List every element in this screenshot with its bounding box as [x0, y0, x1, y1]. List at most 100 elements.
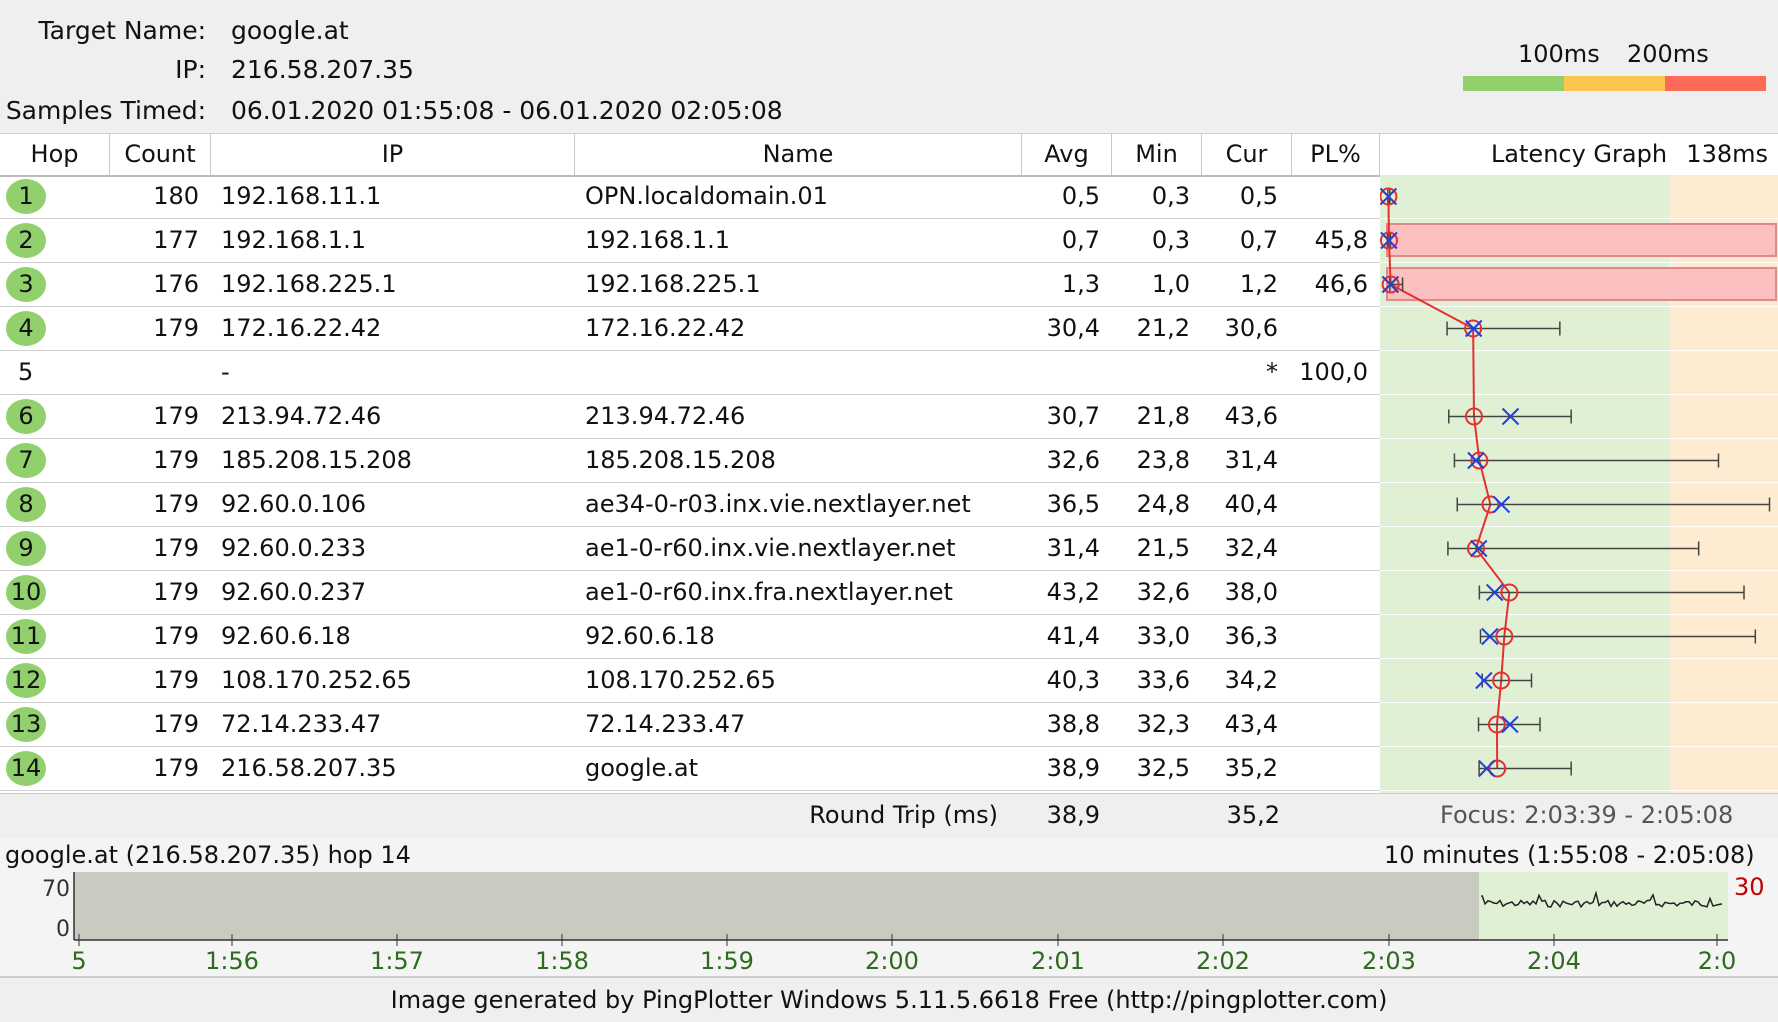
col-avg[interactable]: Avg [1022, 134, 1112, 175]
hop-min: 0,3 [1151, 226, 1190, 254]
hop-row[interactable]: 3 176 192.168.225.1 192.168.225.1 1,3 1,0 1,2 4… [0, 263, 1380, 307]
legend-bar-bad [1665, 76, 1766, 91]
col-count[interactable]: Count [110, 134, 211, 175]
hop-hostname[interactable]: ae1-0-r60.inx.fra.nextlayer.net [585, 571, 953, 614]
col-min[interactable]: Min [1112, 134, 1202, 175]
hop-min: 21,2 [1136, 314, 1190, 342]
hop-packet-loss: 45,8 [1314, 226, 1368, 254]
hop-min: 33,0 [1136, 622, 1190, 650]
col-ip[interactable]: IP [211, 134, 575, 175]
legend-bar-good [1463, 76, 1564, 91]
hop-avg: 40,3 [1046, 666, 1100, 694]
hop-min: 23,8 [1136, 446, 1190, 474]
hop-hostname[interactable]: google.at [585, 747, 698, 790]
hop-number-badge: 8 [6, 487, 46, 522]
hop-ip[interactable]: 92.60.6.18 [221, 615, 351, 658]
hop-ip[interactable]: 216.58.207.35 [221, 747, 397, 790]
hop-ip[interactable]: 72.14.233.47 [221, 703, 381, 746]
hop-hostname[interactable]: ae1-0-r60.inx.vie.nextlayer.net [585, 527, 956, 570]
hop-cur: 30,6 [1224, 314, 1278, 342]
hop-number-badge: 12 [6, 663, 46, 698]
hop-number-badge: 6 [6, 399, 46, 434]
hop-cur: 34,2 [1224, 666, 1278, 694]
timeline-graph[interactable]: 70 0 30 5 1:56 1:57 1:58 1:59 2:00 2:01 2:02 2:03 2:… [0, 872, 1778, 976]
hop-hostname[interactable]: 108.170.252.65 [585, 659, 776, 702]
hop-row[interactable]: 2 177 192.168.1.1 192.168.1.1 0,7 0,3 0,7 45,8 [0, 219, 1380, 263]
hop-hostname[interactable]: 92.60.6.18 [585, 615, 715, 658]
hop-count: 179 [153, 710, 199, 738]
hop-hostname[interactable]: 192.168.1.1 [585, 219, 730, 262]
timeline-tick-label: 2:01 [1031, 947, 1085, 975]
hop-count: 179 [153, 622, 199, 650]
hop-packet-loss [1292, 527, 1368, 570]
hop-min: 32,3 [1136, 710, 1190, 738]
hop-row[interactable]: 9 179 92.60.0.233 ae1-0-r60.inx.vie.nextlay… [0, 527, 1380, 571]
hop-ip[interactable]: 172.16.22.42 [221, 307, 381, 350]
col-latency-graph[interactable]: Latency Graph [1489, 134, 1669, 175]
hop-ip[interactable]: 192.168.11.1 [221, 175, 381, 218]
col-hop[interactable]: Hop [0, 134, 110, 175]
timeline-panel: google.at (216.58.207.35) hop 14 10 minu… [0, 838, 1778, 976]
samples-value: 06.01.2020 01:55:08 - 06.01.2020 02:05:0… [231, 96, 783, 125]
hop-row[interactable]: 5 - * 100,0 [0, 351, 1380, 395]
hop-count: 177 [153, 226, 199, 254]
hop-hostname[interactable]: 185.208.15.208 [585, 439, 776, 482]
hop-ip[interactable]: 108.170.252.65 [221, 659, 412, 702]
hop-min: 21,5 [1136, 534, 1190, 562]
hop-ip[interactable]: 92.60.0.106 [221, 483, 366, 526]
hop-number-badge: 3 [6, 267, 46, 302]
col-name[interactable]: Name [575, 134, 1022, 175]
timeline-tick-label: 1:56 [205, 947, 259, 975]
hop-min: 21,8 [1136, 402, 1190, 430]
hop-cur: 0,7 [1239, 226, 1278, 254]
hop-avg [1022, 351, 1100, 394]
hop-ip[interactable]: 192.168.1.1 [221, 219, 366, 262]
hop-hostname[interactable]: OPN.localdomain.01 [585, 175, 828, 218]
hop-avg: 30,4 [1046, 314, 1100, 342]
hop-min: 32,5 [1136, 754, 1190, 782]
hop-row[interactable]: 8 179 92.60.0.106 ae34-0-r03.inx.vie.nextla… [0, 483, 1380, 527]
hop-ip[interactable]: - [221, 351, 230, 394]
col-pl[interactable]: PL% [1292, 134, 1380, 175]
hop-row[interactable]: 1 180 192.168.11.1 OPN.localdomain.01 0,5 0,3… [0, 175, 1380, 219]
hop-row[interactable]: 13 179 72.14.233.47 72.14.233.47 38,8 32,3 43,… [0, 703, 1380, 747]
timeline-tick-label: 2:00 [865, 947, 919, 975]
latency-graph[interactable] [1380, 175, 1778, 793]
hop-packet-loss [1292, 571, 1368, 614]
hop-ip[interactable]: 92.60.0.233 [221, 527, 366, 570]
timeline-tick-label: 2:04 [1527, 947, 1581, 975]
hop-row[interactable]: 10 179 92.60.0.237 ae1-0-r60.inx.fra.nextla… [0, 571, 1380, 615]
hop-row[interactable]: 4 179 172.16.22.42 172.16.22.42 30,4 21,2 30,6 [0, 307, 1380, 351]
hop-hostname[interactable]: 213.94.72.46 [585, 395, 745, 438]
hop-ip[interactable]: 185.208.15.208 [221, 439, 412, 482]
timeline-focus-area [1479, 872, 1728, 940]
focus-range: Focus: 2:03:39 - 2:05:08 [1440, 801, 1734, 829]
col-cur[interactable]: Cur [1202, 134, 1292, 175]
hop-hostname[interactable]: 192.168.225.1 [585, 263, 761, 306]
hop-cur: 1,2 [1239, 270, 1278, 298]
hop-row[interactable]: 12 179 108.170.252.65 108.170.252.65 40,3 33,… [0, 659, 1380, 703]
hop-row[interactable]: 14 179 216.58.207.35 google.at 38,9 32,5 35,2 [0, 747, 1380, 791]
hop-avg: 1,3 [1061, 270, 1100, 298]
hop-ip[interactable]: 192.168.225.1 [221, 263, 397, 306]
hop-hostname[interactable]: ae34-0-r03.inx.vie.nextlayer.net [585, 483, 971, 526]
hop-number-badge: 13 [6, 707, 46, 742]
hop-avg: 36,5 [1046, 490, 1100, 518]
hop-packet-loss [1292, 483, 1368, 526]
hop-ip[interactable]: 92.60.0.237 [221, 571, 366, 614]
hop-row[interactable]: 6 179 213.94.72.46 213.94.72.46 30,7 21,8 43,6 [0, 395, 1380, 439]
hop-min: 33,6 [1136, 666, 1190, 694]
hop-hostname[interactable]: 172.16.22.42 [585, 307, 745, 350]
hop-avg: 43,2 [1046, 578, 1100, 606]
timeline-y-min: 0 [56, 917, 70, 942]
timeline-tick-label: 1:57 [370, 947, 424, 975]
hop-ip[interactable]: 213.94.72.46 [221, 395, 381, 438]
hop-number-badge: 9 [6, 531, 46, 566]
hop-count: 179 [153, 534, 199, 562]
hop-hostname[interactable]: 72.14.233.47 [585, 703, 745, 746]
hop-row[interactable]: 7 179 185.208.15.208 185.208.15.208 32,6 23,8… [0, 439, 1380, 483]
hop-count: 179 [153, 666, 199, 694]
column-header-row: Hop Count IP Name Avg Min Cur PL% Latenc… [0, 134, 1778, 177]
hop-row[interactable]: 11 179 92.60.6.18 92.60.6.18 41,4 33,0 36,3 [0, 615, 1380, 659]
round-trip-avg: 38,9 [1046, 801, 1100, 829]
